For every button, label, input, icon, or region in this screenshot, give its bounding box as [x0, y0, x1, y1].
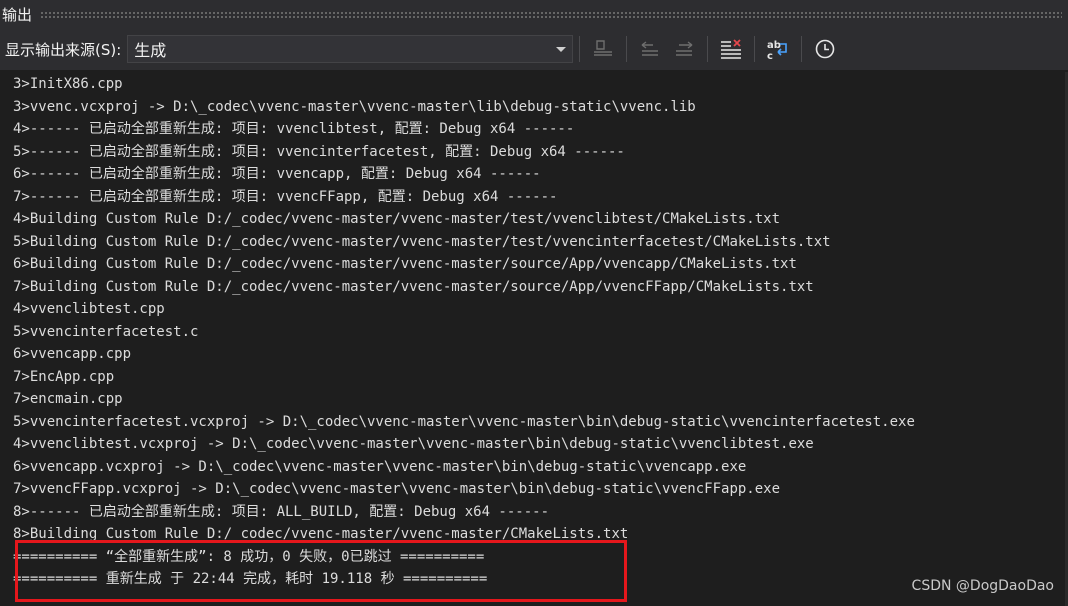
previous-message-icon: [641, 41, 659, 56]
output-toolbar: 显示输出来源(S): 生成 ab c: [0, 28, 1068, 70]
output-line: 8>Building Custom Rule D:/_codec/vvenc-m…: [13, 526, 629, 542]
window-title: 输出: [2, 5, 33, 24]
output-line: 4>vvenclibtest.cpp: [13, 301, 165, 317]
output-line: 5>------ 已启动全部重新生成: 项目: vvencinterfacete…: [13, 143, 625, 160]
output-line: 7>vvencFFapp.vcxproj -> D:\_codec\vvenc-…: [13, 481, 781, 497]
toolbar-separator: [579, 36, 581, 62]
output-line: 6>------ 已启动全部重新生成: 项目: vvencapp, 配置: De…: [13, 166, 541, 182]
svg-text:c: c: [767, 51, 773, 60]
output-window-titlebar[interactable]: 输出: [0, 0, 1068, 28]
toolbar-separator: [626, 36, 628, 62]
output-line: 5>Building Custom Rule D:/_codec/vvenc-m…: [13, 233, 831, 250]
goto-source-button[interactable]: [588, 34, 618, 64]
output-text-area[interactable]: 3>InitX86.cpp 3>vvenc.vcxproj -> D:\_code…: [0, 72, 1068, 606]
clock-icon: [815, 39, 835, 59]
output-line: 5>vvencinterfacetest.vcxproj -> D:\_code…: [13, 413, 915, 430]
clear-all-icon: [721, 39, 742, 59]
chevron-down-icon: [556, 46, 567, 52]
output-line: 3>vvenc.vcxproj -> D:\_codec\vvenc-maste…: [13, 98, 696, 115]
svg-text:ab: ab: [767, 40, 781, 51]
output-line: 7>EncApp.cpp: [13, 368, 115, 385]
output-line: 7>encmain.cpp: [13, 391, 123, 407]
output-line: 7>------ 已启动全部重新生成: 项目: vvencFFapp, 配置: …: [13, 188, 558, 205]
word-wrap-button[interactable]: ab c: [763, 34, 793, 64]
clear-all-button[interactable]: [716, 34, 746, 64]
output-line: 6>vvencapp.cpp: [13, 346, 132, 362]
goto-source-icon: [594, 40, 613, 56]
output-line: 6>Building Custom Rule D:/_codec/vvenc-m…: [13, 256, 797, 272]
output-source-dropdown[interactable]: 生成: [127, 35, 574, 63]
word-wrap-icon: ab c: [767, 40, 788, 60]
next-message-icon: [676, 41, 693, 56]
output-line: 3>InitX86.cpp: [13, 76, 123, 92]
output-line: 6>vvencapp.vcxproj -> D:\_codec\vvenc-ma…: [13, 458, 747, 475]
output-line: 4>------ 已启动全部重新生成: 项目: vvenclibtest, 配置…: [13, 121, 575, 137]
toolbar-separator: [801, 36, 803, 62]
output-line: 8>------ 已启动全部重新生成: 项目: ALL_BUILD, 配置: D…: [13, 503, 550, 520]
timestamp-toggle-button[interactable]: [810, 34, 840, 64]
output-line: 5>vvencinterfacetest.c: [13, 323, 199, 340]
output-line: 4>vvenclibtest.vcxproj -> D:\_codec\vven…: [13, 436, 814, 452]
output-source-label: 显示输出来源(S):: [5, 40, 122, 59]
toolbar-separator: [754, 36, 756, 62]
titlebar-grip[interactable]: [40, 10, 1062, 18]
output-line: 7>Building Custom Rule D:/_codec/vvenc-m…: [13, 278, 814, 295]
output-line: ========== “全部重新生成”: 8 成功，0 失败，0已跳过 ====…: [13, 548, 485, 565]
watermark: CSDN @DogDaoDao: [911, 578, 1054, 594]
output-panel: 输出 显示输出来源(S): 生成 ab c 3>InitX86.cpp 3>vv…: [0, 0, 1068, 606]
output-line: 4>Building Custom Rule D:/_codec/vvenc-m…: [13, 211, 781, 227]
next-message-button[interactable]: [669, 34, 699, 64]
toolbar-separator: [707, 36, 709, 62]
output-line: ========== 重新生成 于 22:44 完成，耗时 19.118 秒 =…: [13, 571, 488, 587]
previous-message-button[interactable]: [635, 34, 665, 64]
output-source-selected: 生成: [134, 41, 167, 60]
